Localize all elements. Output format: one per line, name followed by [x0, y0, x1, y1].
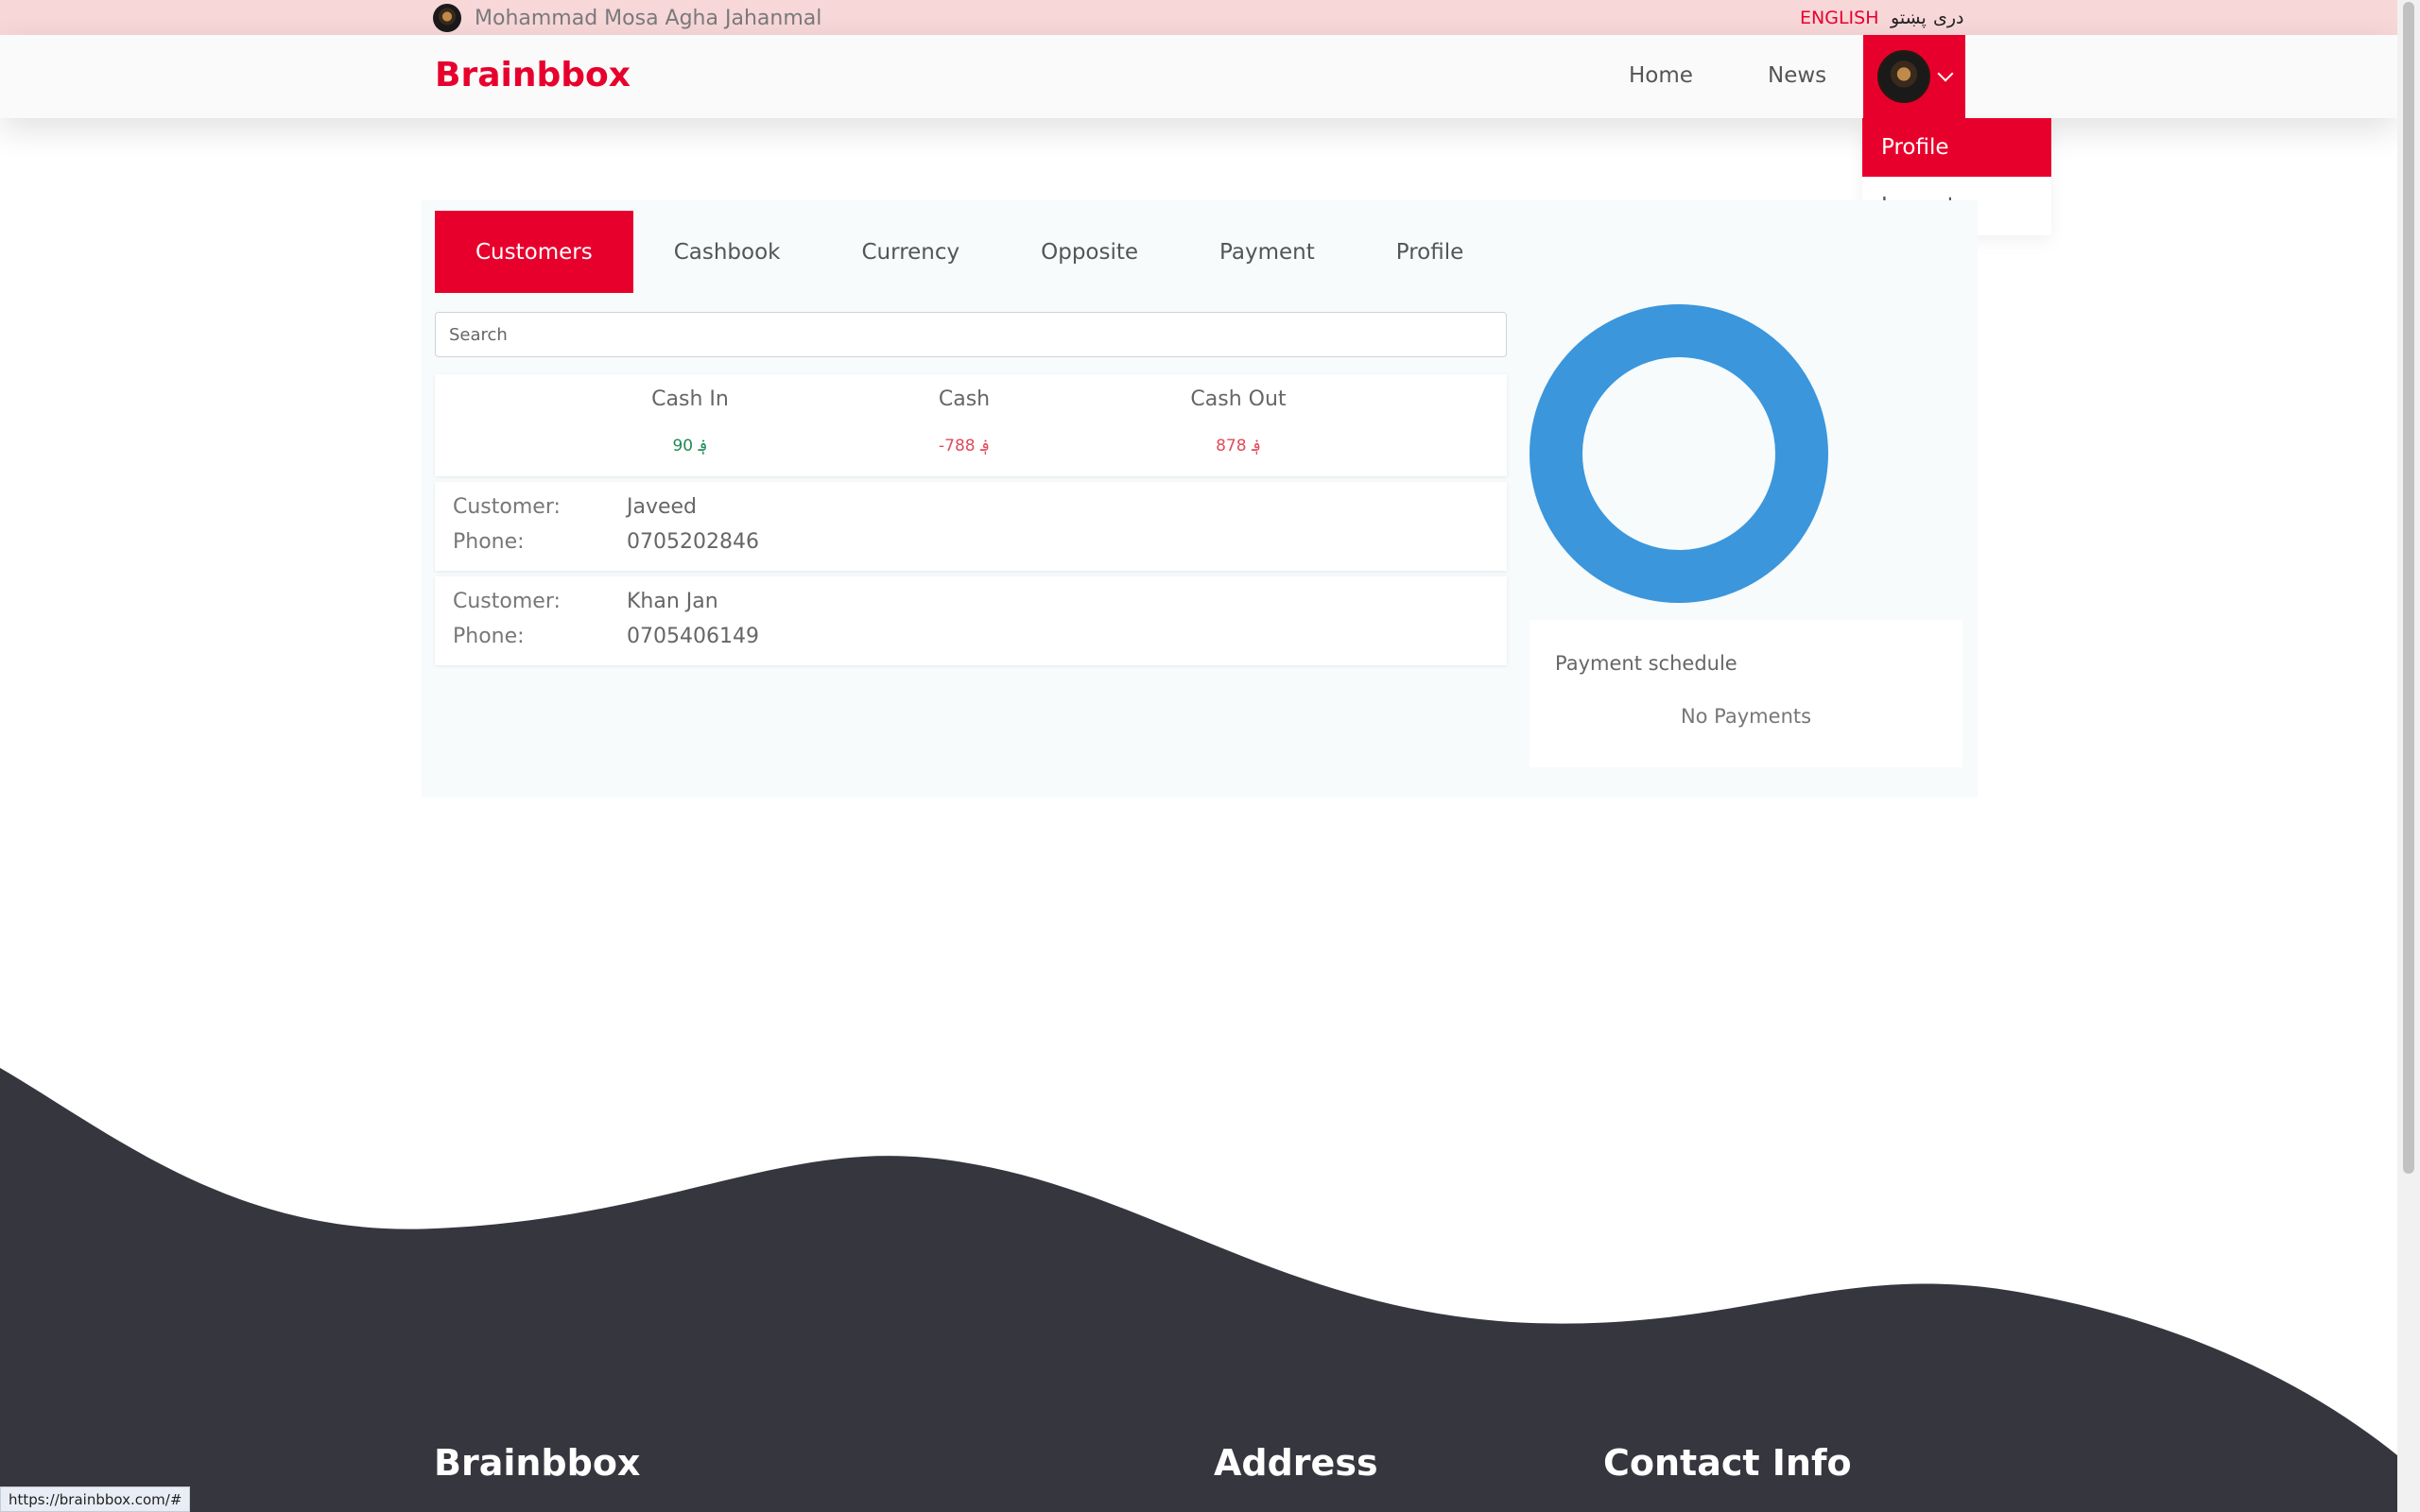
customer-label: Customer: — [453, 495, 561, 519]
customer-phone: 0705406149 — [627, 625, 759, 648]
customer-card[interactable]: Customer: Javeed Phone: 0705202846 — [435, 482, 1507, 571]
search-input[interactable] — [435, 312, 1507, 357]
phone-label: Phone: — [453, 530, 525, 554]
page-scrollbar[interactable] — [2397, 0, 2420, 1512]
cash-out-value: 878 ؋ — [1216, 437, 1261, 455]
status-bar-url: https://brainbbox.com/# — [0, 1486, 191, 1512]
user-menu-button[interactable] — [1863, 35, 1965, 118]
footer-address-heading: Address — [1214, 1442, 1378, 1484]
cash-in-value: 90 ؋ — [672, 437, 708, 455]
customer-name-row: Customer: Javeed — [453, 495, 697, 519]
nav-home-link[interactable]: Home — [1629, 63, 1693, 88]
footer-wave — [0, 1068, 2397, 1512]
phone-label: Phone: — [453, 625, 525, 648]
cash-in-summary: Cash In 90 ؋ — [643, 387, 737, 455]
scrollbar-thumb[interactable] — [2403, 2, 2414, 1174]
dropdown-profile-item[interactable]: Profile — [1862, 118, 2051, 177]
tab-payment[interactable]: Payment — [1179, 211, 1356, 293]
footer-contact-heading: Contact Info — [1603, 1442, 1852, 1484]
tab-customers[interactable]: Customers — [435, 211, 633, 293]
donut-chart — [1530, 304, 1828, 603]
tab-currency[interactable]: Currency — [821, 211, 1001, 293]
footer-brand: Brainbbox — [434, 1442, 641, 1484]
user-name: Mohammad Mosa Agha Jahanmal — [475, 6, 822, 30]
donut-ring — [1530, 304, 1828, 603]
tab-profile[interactable]: Profile — [1356, 211, 1505, 293]
user-info: Mohammad Mosa Agha Jahanmal — [433, 4, 821, 32]
cash-value: -788 ؋ — [939, 437, 990, 455]
payment-schedule-title: Payment schedule — [1555, 652, 1737, 675]
chevron-down-icon — [1937, 65, 1954, 82]
no-payments-text: No Payments — [1680, 705, 1812, 728]
nav-news-link[interactable]: News — [1768, 63, 1826, 88]
tab-opposite[interactable]: Opposite — [1000, 211, 1179, 293]
customer-name: Khan Jan — [627, 590, 718, 613]
customer-name: Javeed — [627, 495, 698, 519]
customer-label: Customer: — [453, 590, 561, 613]
language-english-link[interactable]: ENGLISH — [1800, 8, 1878, 28]
cash-label: Cash — [938, 387, 991, 411]
cash-out-label: Cash Out — [1190, 387, 1287, 411]
tab-cashbook[interactable]: Cashbook — [633, 211, 821, 293]
language-pashto-link[interactable]: پښتو — [1891, 8, 1927, 28]
cash-in-label: Cash In — [651, 387, 729, 411]
customer-card[interactable]: Customer: Khan Jan Phone: 0705406149 — [435, 576, 1507, 665]
customer-phone: 0705202846 — [627, 530, 759, 554]
top-bar: Mohammad Mosa Agha Jahanmal ENGLISH پښتو… — [0, 0, 2397, 35]
customer-name-row: Customer: Khan Jan — [453, 590, 718, 613]
customer-phone-row: Phone: 0705406149 — [453, 625, 759, 648]
main-panel: Customers Cashbook Currency Opposite Pay… — [422, 200, 1978, 798]
payment-schedule-card: Payment schedule No Payments — [1530, 620, 1962, 767]
language-dari-link[interactable]: دری — [1933, 8, 1964, 28]
avatar — [433, 4, 461, 32]
cash-out-summary: Cash Out 878 ؋ — [1172, 387, 1305, 455]
avatar — [1877, 50, 1930, 103]
customer-phone-row: Phone: 0705202846 — [453, 530, 759, 554]
cash-summary: Cash -788 ؋ — [917, 387, 1011, 455]
brand-logo[interactable]: Brainbbox — [435, 56, 631, 94]
cash-summary-card: Cash In 90 ؋ Cash -788 ؋ Cash Out 878 ؋ — [435, 374, 1507, 476]
tab-bar: Customers Cashbook Currency Opposite Pay… — [435, 211, 1504, 293]
navbar: Brainbbox Home News — [0, 35, 2397, 118]
